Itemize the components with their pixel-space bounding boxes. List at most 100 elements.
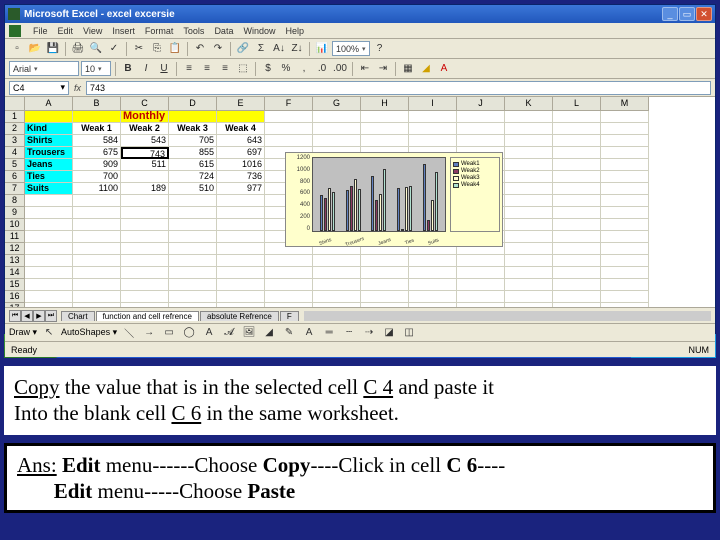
- cell[interactable]: [553, 135, 601, 147]
- zoom-combo[interactable]: 100%▾: [332, 41, 370, 56]
- cell[interactable]: [73, 279, 121, 291]
- indent-inc-icon[interactable]: ⇥: [375, 61, 391, 77]
- cell[interactable]: [169, 291, 217, 303]
- row-header[interactable]: 13: [5, 255, 25, 267]
- cell[interactable]: 700: [73, 171, 121, 183]
- fill-icon[interactable]: ◢: [261, 325, 277, 341]
- undo-icon[interactable]: ↶: [192, 41, 208, 57]
- col-header[interactable]: M: [601, 97, 649, 111]
- cell[interactable]: [505, 147, 553, 159]
- cell[interactable]: [361, 303, 409, 307]
- maximize-button[interactable]: ▭: [679, 7, 695, 21]
- oval-icon[interactable]: ◯: [181, 325, 197, 341]
- cell[interactable]: [313, 255, 361, 267]
- cell[interactable]: Jeans: [25, 159, 73, 171]
- cell[interactable]: Weak 4: [217, 123, 265, 135]
- bold-icon[interactable]: B: [120, 61, 136, 77]
- cell[interactable]: [553, 303, 601, 307]
- menu-view[interactable]: View: [83, 26, 102, 36]
- cell[interactable]: [457, 111, 505, 123]
- cell[interactable]: [457, 267, 505, 279]
- row-header[interactable]: 15: [5, 279, 25, 291]
- arrow-icon[interactable]: →: [141, 325, 157, 341]
- cell[interactable]: [169, 267, 217, 279]
- cell[interactable]: [409, 111, 457, 123]
- cell[interactable]: Trousers: [25, 147, 73, 159]
- cell[interactable]: [505, 243, 553, 255]
- col-header[interactable]: J: [457, 97, 505, 111]
- rect-icon[interactable]: ▭: [161, 325, 177, 341]
- menu-format[interactable]: Format: [145, 26, 174, 36]
- cell[interactable]: [505, 111, 553, 123]
- cell[interactable]: [25, 267, 73, 279]
- cell[interactable]: [217, 291, 265, 303]
- link-icon[interactable]: 🔗: [235, 41, 251, 57]
- indent-dec-icon[interactable]: ⇤: [357, 61, 373, 77]
- dec-decimal-icon[interactable]: .00: [332, 61, 348, 77]
- cell[interactable]: 189: [121, 183, 169, 195]
- cell[interactable]: [553, 123, 601, 135]
- cell[interactable]: [505, 183, 553, 195]
- row-header[interactable]: 14: [5, 267, 25, 279]
- cell[interactable]: [73, 219, 121, 231]
- align-center-icon[interactable]: ≡: [199, 61, 215, 77]
- cell[interactable]: [265, 303, 313, 307]
- cell[interactable]: [265, 255, 313, 267]
- cell[interactable]: [169, 231, 217, 243]
- tab-nav-last[interactable]: ⏭: [45, 310, 57, 322]
- italic-icon[interactable]: I: [138, 61, 154, 77]
- row-header[interactable]: 2: [5, 123, 25, 135]
- cell[interactable]: [601, 195, 649, 207]
- cell[interactable]: [553, 291, 601, 303]
- cell[interactable]: [169, 279, 217, 291]
- row-header[interactable]: 7: [5, 183, 25, 195]
- menu-help[interactable]: Help: [285, 26, 304, 36]
- cell[interactable]: [25, 219, 73, 231]
- cell[interactable]: [361, 267, 409, 279]
- clipart-icon[interactable]: 🖼: [241, 325, 257, 341]
- tab-nav-first[interactable]: ⏮: [9, 310, 21, 322]
- cell[interactable]: [265, 111, 313, 123]
- cell[interactable]: 615: [169, 159, 217, 171]
- row-header[interactable]: 1: [5, 111, 25, 123]
- cell[interactable]: [553, 159, 601, 171]
- cell[interactable]: Weak 3: [169, 123, 217, 135]
- cell[interactable]: [505, 231, 553, 243]
- cell[interactable]: [409, 303, 457, 307]
- embedded-chart[interactable]: 120010008006004002000 Weak1Weak2Weak3Wea…: [285, 152, 503, 247]
- cell[interactable]: [601, 219, 649, 231]
- cell[interactable]: [25, 111, 73, 123]
- cell[interactable]: [553, 243, 601, 255]
- cell[interactable]: [265, 135, 313, 147]
- cell[interactable]: [553, 219, 601, 231]
- cell[interactable]: [361, 291, 409, 303]
- help-icon[interactable]: ?: [372, 41, 388, 57]
- cell[interactable]: Monthly sales: [121, 111, 169, 123]
- cell[interactable]: [553, 183, 601, 195]
- select-arrow-icon[interactable]: ↖: [41, 325, 57, 341]
- cell[interactable]: [25, 207, 73, 219]
- cell[interactable]: 511: [121, 159, 169, 171]
- row-header[interactable]: 16: [5, 291, 25, 303]
- row-header[interactable]: 5: [5, 159, 25, 171]
- col-header[interactable]: H: [361, 97, 409, 111]
- cell[interactable]: [505, 255, 553, 267]
- sheet-tab[interactable]: Chart: [61, 311, 95, 321]
- cell[interactable]: [169, 243, 217, 255]
- cell[interactable]: [601, 291, 649, 303]
- cell[interactable]: 1016: [217, 159, 265, 171]
- merge-icon[interactable]: ⬚: [235, 61, 251, 77]
- menu-data[interactable]: Data: [214, 26, 233, 36]
- cell[interactable]: 1100: [73, 183, 121, 195]
- cell[interactable]: [217, 243, 265, 255]
- minimize-button[interactable]: _: [662, 7, 678, 21]
- cell[interactable]: [553, 267, 601, 279]
- sort-asc-icon[interactable]: A↓: [271, 41, 287, 57]
- cell[interactable]: [313, 111, 361, 123]
- cell[interactable]: [553, 279, 601, 291]
- fx-icon[interactable]: fx: [74, 83, 81, 93]
- cell[interactable]: [601, 303, 649, 307]
- col-header[interactable]: G: [313, 97, 361, 111]
- align-left-icon[interactable]: ≡: [181, 61, 197, 77]
- open-icon[interactable]: 📂: [27, 41, 43, 57]
